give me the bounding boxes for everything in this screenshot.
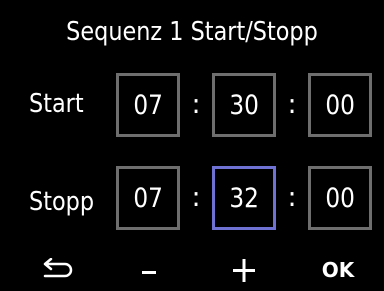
- sequence-time-screen: Sequenz 1 Start/Stopp Start 07 : 30 : 00…: [0, 0, 384, 291]
- stop-label: Stopp: [29, 187, 95, 217]
- stop-separator-2: :: [287, 182, 297, 213]
- start-minutes-value: 30: [229, 89, 259, 121]
- stop-minutes-value: 32: [229, 182, 259, 214]
- screen-title: Sequenz 1 Start/Stopp: [66, 17, 318, 47]
- back-button[interactable]: [30, 252, 80, 288]
- start-separator-2: :: [287, 89, 297, 120]
- start-hours-value: 07: [133, 89, 163, 121]
- back-arrow-icon: [43, 258, 73, 278]
- stop-seconds-field[interactable]: 00: [308, 166, 372, 230]
- start-hours-field[interactable]: 07: [116, 73, 180, 137]
- plus-icon: [233, 259, 255, 282]
- stop-seconds-value: 00: [325, 182, 355, 214]
- stop-separator-1: :: [191, 182, 201, 213]
- start-separator-1: :: [191, 89, 201, 120]
- start-minutes-field[interactable]: 30: [212, 73, 276, 137]
- decrement-button[interactable]: [132, 252, 168, 288]
- stop-minutes-field[interactable]: 32: [212, 166, 276, 230]
- start-seconds-field[interactable]: 00: [308, 73, 372, 137]
- start-seconds-value: 00: [325, 89, 355, 121]
- stop-hours-field[interactable]: 07: [116, 166, 180, 230]
- increment-button[interactable]: [226, 252, 262, 288]
- stop-hours-value: 07: [133, 182, 163, 214]
- start-label: Start: [29, 89, 84, 119]
- ok-button[interactable]: OK: [318, 252, 358, 288]
- minus-icon: [142, 271, 156, 274]
